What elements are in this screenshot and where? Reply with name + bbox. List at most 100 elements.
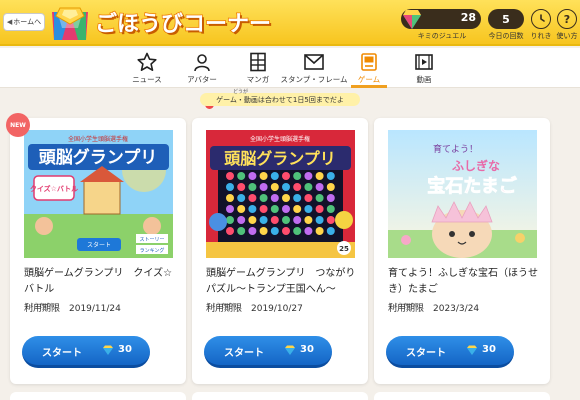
thumb-subtitle: 全国小学生頭脳選手権	[68, 135, 128, 143]
puzzle-gem	[270, 194, 279, 202]
card-title: 頭脳ゲームグランプリ クイズ☆バトル	[24, 268, 173, 295]
tab-stamp-frame-label: スタンプ・フレーム	[280, 75, 348, 84]
active-tab-indicator	[351, 85, 387, 88]
tab-stamp-frame[interactable]: スタンプ・フレーム	[280, 48, 348, 88]
notice-ruby: どうが	[233, 89, 249, 95]
new-badge: NEW	[6, 113, 30, 137]
puzzle-gem	[282, 172, 290, 180]
category-nav: ニュース アバター マンガ スタンプ・フレーム ゲーム 動画	[0, 48, 580, 109]
jewel-icon	[403, 10, 421, 29]
puzzle-gem	[248, 216, 257, 224]
puzzle-gem	[326, 205, 335, 213]
puzzle-gem	[326, 172, 335, 180]
tab-game[interactable]: ゲーム	[347, 48, 391, 88]
puzzle-gem	[270, 172, 279, 180]
puzzle-gem	[248, 172, 257, 180]
notice-text: ゲーム・動画は合わせて1日5回までだよ	[216, 95, 344, 104]
jewel-icon	[285, 345, 295, 355]
tab-news-label: ニュース	[132, 75, 162, 84]
puzzle-gem	[226, 227, 234, 235]
puzzle-gem	[270, 183, 279, 191]
jewel-label: キミのジュエル	[417, 32, 467, 40]
puzzle-gem	[315, 227, 324, 235]
avatar-icon	[194, 54, 210, 72]
home-button-label: ホームへ	[13, 18, 42, 26]
puzzle-gem	[282, 216, 290, 224]
puzzle-gem	[326, 227, 335, 235]
home-button[interactable]: ◀ ホームへ	[3, 13, 45, 31]
today-count-label: 今日の回数	[488, 32, 524, 40]
puzzle-gem	[226, 194, 234, 202]
puzzle-gem	[315, 205, 324, 213]
tab-avatar[interactable]: アバター	[180, 48, 224, 88]
header-bar: ◀ ホームへ ごほうびコーナー 28 キミのジュエル 5 今日の回数 りれき ?…	[0, 0, 580, 46]
puzzle-gem	[315, 216, 324, 224]
puzzle-gem	[304, 194, 313, 202]
puzzle-gem	[270, 216, 279, 224]
expire-date: 利用期限 2019/10/27	[206, 304, 303, 314]
thumb-subtitle: 全国小学生頭脳選手権	[250, 135, 310, 143]
puzzle-gem	[259, 205, 268, 213]
puzzle-gem	[304, 227, 313, 235]
puzzle-gem	[282, 205, 290, 213]
page-title: ごほうびコーナー	[94, 11, 272, 38]
star-icon	[137, 52, 157, 72]
jewel-cost: 30	[482, 344, 496, 355]
thumb-level: 25	[339, 245, 349, 253]
tab-video[interactable]: 動画	[402, 48, 446, 88]
card-title: 育てよう！ふしぎな宝石（ほうせき）たまご	[388, 268, 538, 295]
card-thumbnail[interactable]: 育てよう！ ふしぎな 宝石たまご	[388, 130, 537, 258]
puzzle-gem	[304, 216, 313, 224]
puzzle-gem	[237, 216, 246, 224]
jewel-cost: 30	[118, 344, 132, 355]
game-card[interactable]	[374, 392, 550, 400]
tab-video-label: 動画	[416, 75, 432, 84]
start-button[interactable]: スタート 30	[22, 336, 150, 368]
puzzle-gem	[226, 205, 234, 213]
puzzle-gem	[315, 172, 324, 180]
puzzle-gem	[226, 172, 234, 180]
puzzle-gem	[259, 194, 268, 202]
puzzle-gem	[293, 172, 302, 180]
history-icon[interactable]	[531, 9, 551, 29]
expire-date: 利用期限 2023/3/24	[388, 304, 480, 314]
help-icon[interactable]: ?	[557, 9, 577, 29]
help-label: 使い方	[556, 32, 578, 40]
jewel-count: 28	[460, 11, 476, 24]
game-card[interactable]	[10, 392, 186, 400]
game-card[interactable]	[192, 392, 368, 400]
start-button[interactable]: スタート 30	[204, 336, 332, 368]
thumb-ranking: ランキング	[140, 247, 165, 254]
puzzle-gem	[304, 172, 313, 180]
puzzle-gem	[259, 216, 268, 224]
card-title: 頭脳ゲームグランプリ つながりパズル～トランプ王国へん～	[206, 268, 356, 295]
puzzle-gem	[315, 183, 324, 191]
puzzle-gem	[282, 183, 290, 191]
jewel-icon	[103, 345, 113, 355]
puzzle-gem	[315, 194, 324, 202]
puzzle-gem	[293, 205, 302, 213]
thumb-title: 頭脳グランプリ	[224, 149, 336, 168]
puzzle-gem	[282, 227, 290, 235]
game-card[interactable]: 頭脳グランプリ 全国小学生頭脳選手権 25 頭脳ゲームグランプリ つながりパズル…	[192, 118, 368, 384]
game-card[interactable]: 頭脳グランプリ 全国小学生頭脳選手権 クイズ☆バトル スタート ストーリー ラン…	[10, 118, 186, 384]
tab-game-label: ゲーム	[357, 75, 381, 84]
thumb-start: スタート	[87, 241, 111, 249]
puzzle-gem	[248, 183, 257, 191]
card-thumbnail[interactable]: 頭脳グランプリ 全国小学生頭脳選手権 クイズ☆バトル スタート ストーリー ラン…	[24, 130, 173, 258]
envelope-icon	[304, 54, 324, 70]
card-thumbnail[interactable]: 頭脳グランプリ 全国小学生頭脳選手権 25	[206, 130, 355, 258]
puzzle-gem	[270, 205, 279, 213]
thumb-line2: ふしぎな	[452, 158, 500, 173]
start-button[interactable]: スタート 30	[386, 336, 514, 368]
thumb-line3: 宝石たまご	[427, 175, 516, 197]
puzzle-gem	[226, 216, 234, 224]
puzzle-gem	[326, 183, 335, 191]
puzzle-gem	[282, 194, 290, 202]
tab-news[interactable]: ニュース	[125, 48, 169, 88]
tab-manga[interactable]: マンガ	[236, 48, 280, 88]
jewel-cost: 30	[300, 344, 314, 355]
thumb-title: 頭脳グランプリ	[39, 147, 158, 168]
game-card[interactable]: 育てよう！ ふしぎな 宝石たまご 育てよう！ふしぎな宝石（ほうせき）たまご りよ…	[374, 118, 550, 384]
puzzle-gem	[248, 205, 257, 213]
